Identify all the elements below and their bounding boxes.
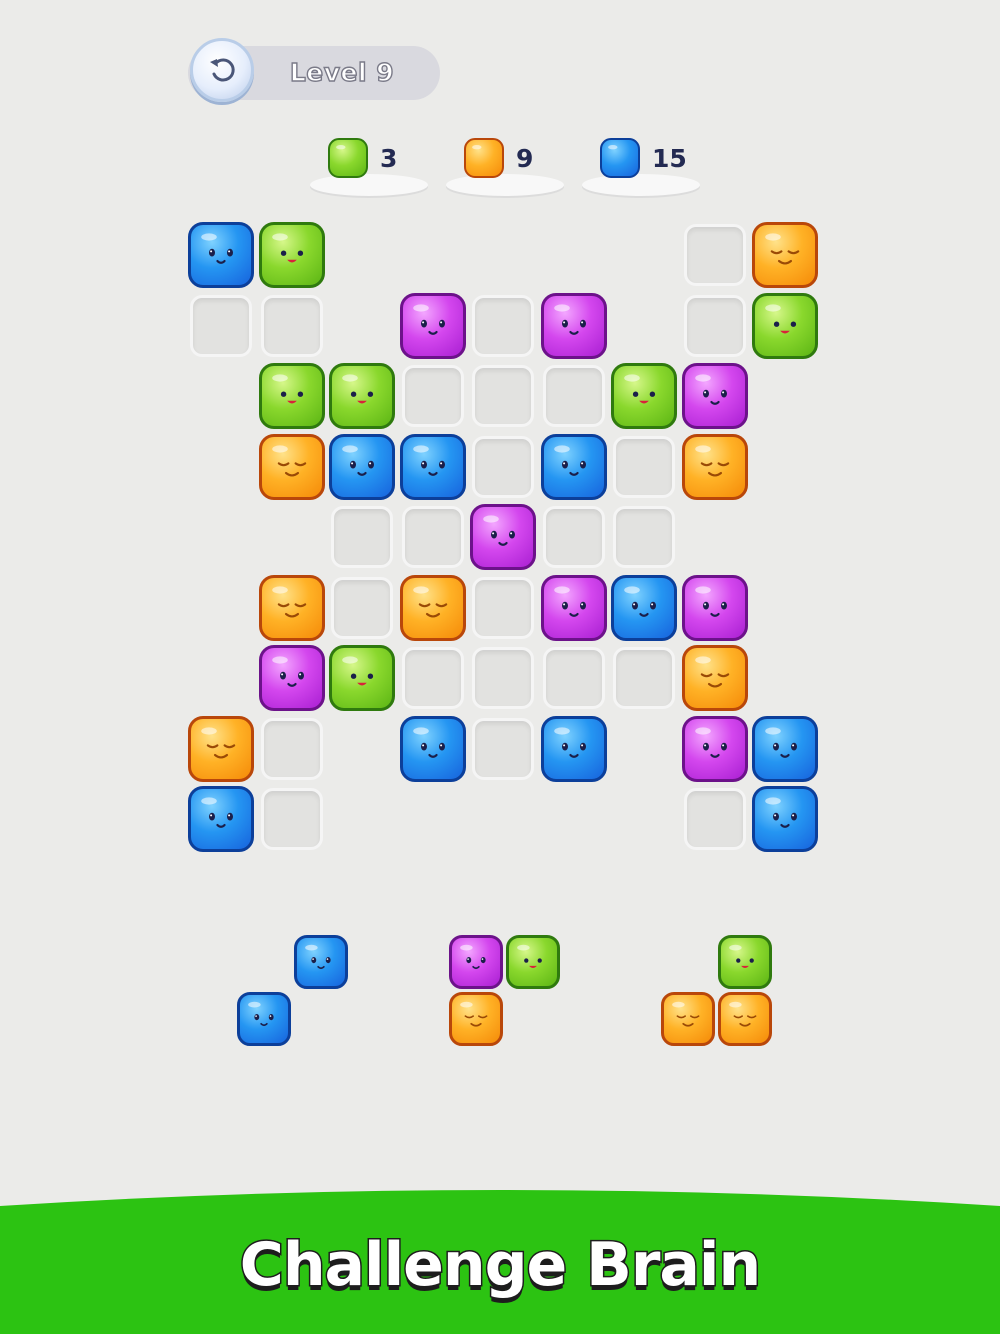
empty-cell[interactable]	[472, 294, 534, 357]
empty-cell[interactable]	[613, 435, 675, 498]
blue-jelly-block[interactable]	[188, 222, 254, 288]
blue-jelly-block[interactable]	[752, 786, 818, 852]
purple-jelly-block[interactable]	[470, 504, 536, 570]
empty-cell[interactable]	[260, 788, 323, 850]
empty-cell[interactable]	[472, 365, 534, 427]
orange-jelly-block[interactable]	[449, 991, 503, 1046]
empty-cell[interactable]	[472, 647, 534, 709]
blue-jelly-block[interactable]	[540, 715, 607, 782]
orange-jelly-block[interactable]	[258, 433, 325, 500]
orange-jelly-block[interactable]	[188, 715, 254, 782]
empty-cell[interactable]	[613, 506, 675, 568]
purple-jelly-block[interactable]	[399, 292, 466, 359]
blue-jelly-block[interactable]	[540, 433, 607, 500]
green-jelly-block[interactable]	[329, 645, 395, 711]
green-jelly-block[interactable]	[611, 363, 677, 429]
purple-jelly-block[interactable]	[449, 935, 503, 989]
empty-cell[interactable]	[401, 506, 464, 568]
empty-cell[interactable]	[472, 576, 534, 639]
empty-cell[interactable]	[190, 294, 252, 357]
banner-title: Challenge Brain	[238, 1229, 762, 1302]
blue-jelly-block[interactable]	[399, 433, 466, 500]
empty-cell[interactable]	[542, 506, 605, 568]
green-jelly-block[interactable]	[258, 363, 325, 429]
empty-cell[interactable]	[401, 365, 464, 427]
empty-cell[interactable]	[613, 647, 675, 709]
empty-cell[interactable]	[331, 576, 393, 639]
game-board[interactable]	[0, 0, 1000, 900]
green-jelly-block[interactable]	[752, 292, 818, 359]
empty-cell[interactable]	[401, 647, 464, 709]
empty-cell[interactable]	[683, 224, 746, 286]
green-jelly-block[interactable]	[505, 935, 560, 989]
purple-jelly-block[interactable]	[540, 292, 607, 359]
empty-cell[interactable]	[331, 506, 393, 568]
orange-jelly-block[interactable]	[681, 433, 748, 500]
purple-jelly-block[interactable]	[681, 363, 748, 429]
blue-jelly-block[interactable]	[329, 433, 395, 500]
empty-cell[interactable]	[260, 294, 323, 357]
blue-jelly-block[interactable]	[752, 715, 818, 782]
purple-jelly-block[interactable]	[681, 715, 748, 782]
empty-cell[interactable]	[472, 435, 534, 498]
blue-jelly-block[interactable]	[188, 786, 254, 852]
purple-jelly-block[interactable]	[681, 574, 748, 641]
empty-cell[interactable]	[472, 717, 534, 780]
empty-cell[interactable]	[542, 365, 605, 427]
empty-cell[interactable]	[542, 647, 605, 709]
blue-jelly-block[interactable]	[399, 715, 466, 782]
purple-jelly-block[interactable]	[540, 574, 607, 641]
green-jelly-block[interactable]	[329, 363, 395, 429]
orange-jelly-block[interactable]	[661, 991, 715, 1046]
orange-jelly-block[interactable]	[399, 574, 466, 641]
empty-cell[interactable]	[683, 294, 746, 357]
empty-cell[interactable]	[683, 788, 746, 850]
blue-jelly-block[interactable]	[293, 935, 348, 989]
empty-cell[interactable]	[260, 717, 323, 780]
blue-jelly-block[interactable]	[237, 991, 291, 1046]
orange-jelly-block[interactable]	[717, 991, 772, 1046]
blue-jelly-block[interactable]	[611, 574, 677, 641]
purple-jelly-block[interactable]	[258, 645, 325, 711]
orange-jelly-block[interactable]	[752, 222, 818, 288]
orange-jelly-block[interactable]	[258, 574, 325, 641]
orange-jelly-block[interactable]	[681, 645, 748, 711]
green-jelly-block[interactable]	[258, 222, 325, 288]
green-jelly-block[interactable]	[717, 935, 772, 989]
